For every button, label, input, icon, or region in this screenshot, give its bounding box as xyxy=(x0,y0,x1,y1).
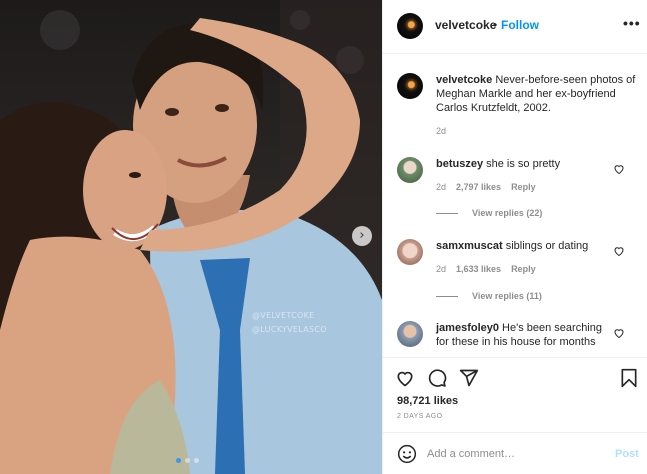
view-replies-label: View replies (22) xyxy=(472,208,543,218)
heart-icon[interactable] xyxy=(613,163,625,175)
divider xyxy=(436,212,458,214)
carousel-dot xyxy=(194,458,199,463)
heart-icon[interactable] xyxy=(395,368,415,388)
chevron-right-icon[interactable]: › xyxy=(352,226,372,246)
post-timestamp[interactable]: 2 DAYS AGO xyxy=(397,413,443,420)
watermark-line: @LUCKYVELASCO xyxy=(252,325,327,334)
comment-icon[interactable] xyxy=(427,368,447,388)
caption-timestamp[interactable]: 2d xyxy=(436,126,446,136)
view-replies-label: View replies (11) xyxy=(472,291,542,301)
reply-button[interactable]: Reply xyxy=(511,182,536,192)
post-sidebar: velvetcoke • Follow ••• velvetcoke Never… xyxy=(382,0,647,474)
carousel-indicator xyxy=(176,458,199,463)
comment-text: betuszey she is so pretty xyxy=(436,157,616,171)
post-caption: velvetcoke Never-before-seen photos of M… xyxy=(436,73,636,115)
comment-username[interactable]: jamesfoley0 xyxy=(436,322,499,334)
comment-text: samxmuscat siblings or dating xyxy=(436,239,616,253)
photo-illustration xyxy=(0,0,382,474)
comment-likes[interactable]: 1,633 likes xyxy=(456,264,501,274)
comment-meta: 2d 1,633 likes Reply xyxy=(436,264,536,274)
post-button[interactable]: Post xyxy=(615,448,639,460)
carousel-dot xyxy=(176,458,181,463)
comment-meta: 2d 2,797 likes Reply xyxy=(436,182,536,192)
likes-count[interactable]: 98,721 likes xyxy=(397,395,458,407)
more-icon[interactable]: ••• xyxy=(623,15,641,31)
comment-time[interactable]: 2d xyxy=(436,264,446,274)
reply-button[interactable]: Reply xyxy=(511,264,536,274)
avatar[interactable] xyxy=(397,13,423,39)
post-header: velvetcoke • Follow ••• xyxy=(383,0,647,54)
comment-username[interactable]: betuszey xyxy=(436,158,483,170)
username-link[interactable]: velvetcoke xyxy=(435,18,496,32)
comment-username[interactable]: samxmuscat xyxy=(436,240,503,252)
post-photo[interactable]: @VELVETCOKE @LUCKYVELASCO › xyxy=(0,0,382,474)
watermark-line: @VELVETCOKE xyxy=(252,311,315,320)
comment-form: Post xyxy=(383,432,647,474)
comment-body: she is so pretty xyxy=(486,158,561,170)
comment-body: siblings or dating xyxy=(505,240,589,252)
view-replies-button[interactable]: View replies (22) xyxy=(436,208,542,218)
avatar[interactable] xyxy=(397,157,423,183)
avatar[interactable] xyxy=(397,321,423,347)
heart-icon[interactable] xyxy=(613,327,625,339)
comment-likes[interactable]: 2,797 likes xyxy=(456,182,501,192)
share-icon[interactable] xyxy=(459,368,479,388)
comment-input[interactable] xyxy=(427,445,597,463)
avatar[interactable] xyxy=(397,239,423,265)
heart-icon[interactable] xyxy=(613,245,625,257)
bookmark-icon[interactable] xyxy=(619,368,639,388)
caption-username[interactable]: velvetcoke xyxy=(436,74,492,86)
carousel-dot xyxy=(185,458,190,463)
avatar[interactable] xyxy=(397,73,423,99)
emoji-icon[interactable] xyxy=(397,444,417,464)
divider xyxy=(436,295,458,297)
view-replies-button[interactable]: View replies (11) xyxy=(436,291,542,301)
comment-time[interactable]: 2d xyxy=(436,182,446,192)
comment-text: jamesfoley0 He's been searching for thes… xyxy=(436,321,616,349)
follow-button[interactable]: Follow xyxy=(501,18,539,32)
separator-dot: • xyxy=(493,18,498,32)
